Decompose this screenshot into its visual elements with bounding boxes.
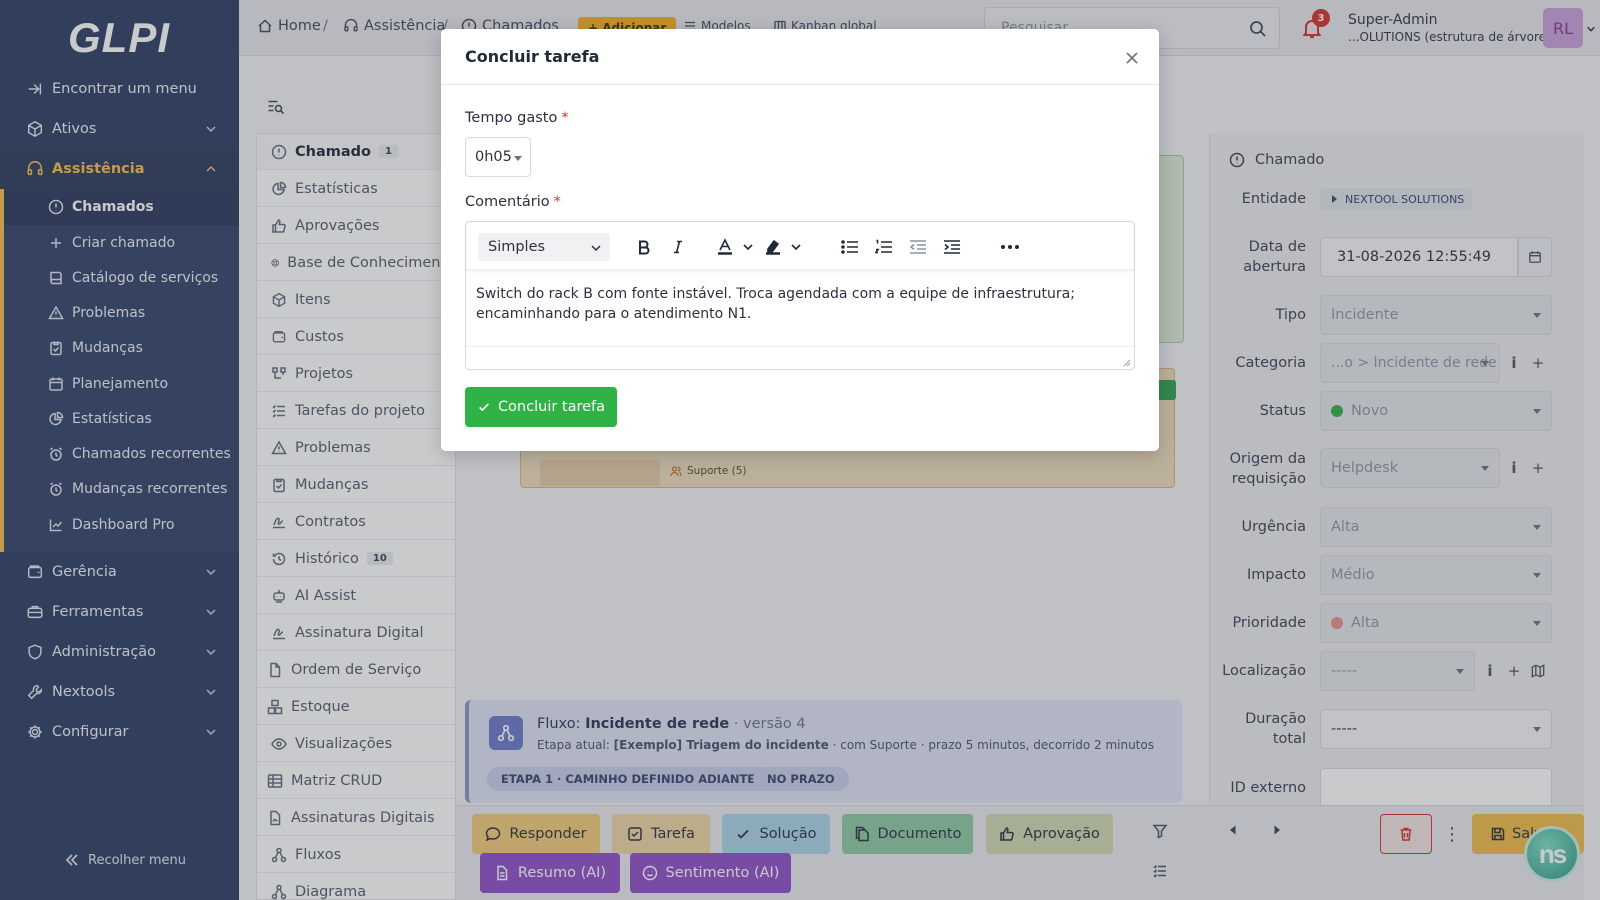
modal-header: Concluir tarefa — [441, 29, 1159, 85]
highlight-icon — [766, 239, 801, 255]
editor-toolbar: Simples — [466, 222, 1134, 270]
time-spent-label-text: Tempo gasto — [465, 110, 558, 126]
complete-task-label: Concluir tarefa — [497, 399, 606, 415]
block-format-select[interactable]: Simples — [478, 233, 610, 261]
numbered-list-button[interactable] — [870, 233, 898, 261]
resize-handle-icon[interactable] — [1122, 358, 1131, 367]
required-mark: * — [561, 110, 569, 126]
time-spent-select[interactable]: 0h05 — [465, 137, 531, 177]
indent-icon — [944, 240, 960, 254]
comment-text-area[interactable]: Switch do rack B com fonte instável. Tro… — [476, 284, 1096, 324]
highlight-color-button[interactable] — [762, 233, 808, 261]
comment-label: Comentário * — [465, 194, 561, 210]
rich-text-editor: Simples Switch do rack B com fonte instá… — [465, 221, 1135, 370]
bullet-list-icon — [841, 240, 858, 254]
complete-task-modal: Concluir tarefa Tempo gasto * 0h05 Coment… — [441, 29, 1159, 451]
check-icon — [478, 403, 489, 412]
bold-button[interactable] — [630, 233, 658, 261]
comment-label-text: Comentário — [465, 194, 550, 210]
indent-button[interactable] — [938, 233, 966, 261]
complete-task-button[interactable]: Concluir tarefa — [465, 387, 617, 427]
modal-title: Concluir tarefa — [465, 47, 600, 66]
block-format-value: Simples — [488, 239, 546, 255]
required-mark: * — [553, 194, 561, 210]
outdent-button[interactable] — [904, 233, 932, 261]
time-spent-label: Tempo gasto * — [465, 110, 569, 126]
italic-icon — [674, 240, 682, 254]
bold-icon — [639, 240, 650, 255]
time-spent-value: 0h05 — [475, 149, 512, 165]
bullet-list-button[interactable] — [836, 233, 864, 261]
numbered-list-icon — [875, 239, 892, 254]
editor-status-bar — [466, 346, 1134, 370]
text-color-icon — [718, 238, 753, 255]
dropdown-caret-icon — [514, 156, 522, 161]
chevron-down-icon — [591, 245, 601, 252]
text-color-button[interactable] — [714, 233, 760, 261]
italic-button[interactable] — [664, 233, 692, 261]
more-tools-button[interactable] — [994, 233, 1026, 261]
outdent-icon — [909, 240, 926, 254]
close-icon[interactable] — [1123, 49, 1141, 67]
ellipsis-icon — [1001, 245, 1019, 249]
